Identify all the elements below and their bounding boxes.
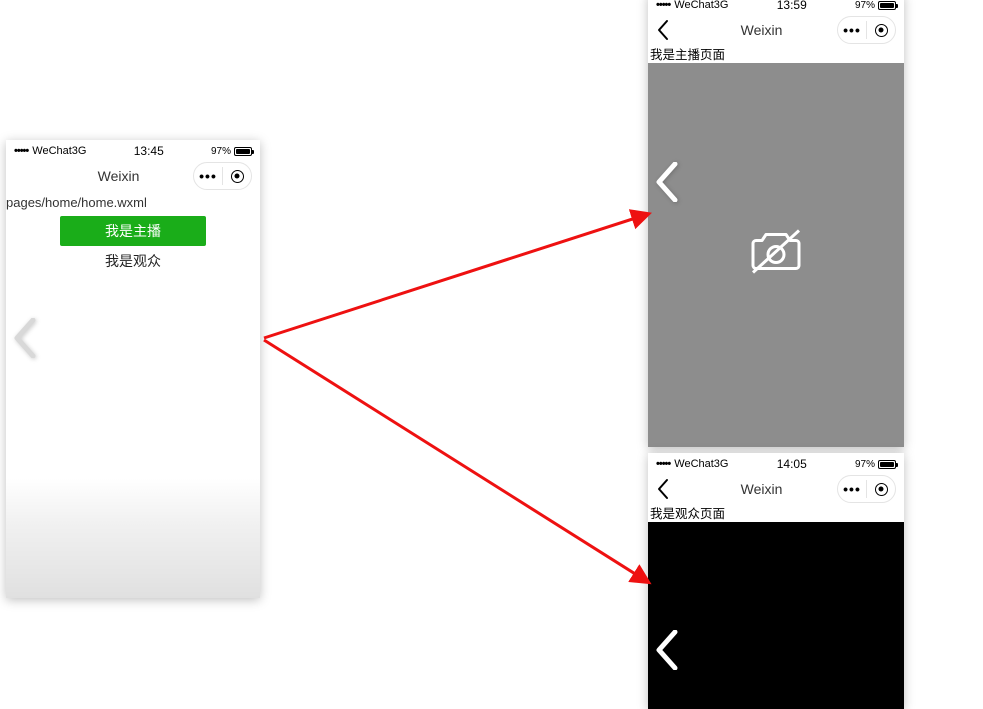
chevron-left-icon	[652, 162, 682, 202]
status-bar: ••••• WeChat3G 14:05 97%	[648, 453, 904, 471]
carrier-label: WeChat3G	[32, 145, 86, 157]
battery-percent: 97%	[855, 0, 875, 11]
page-label: 我是观众页面	[648, 507, 904, 522]
nav-bar: Weixin •••	[648, 471, 904, 507]
nav-title: Weixin	[686, 22, 837, 38]
status-bar: ••••• WeChat3G 13:45 97%	[6, 140, 260, 158]
close-icon	[875, 24, 888, 37]
phone-audience: ••••• WeChat3G 14:05 97% Weixin ••• 我是观众…	[648, 453, 904, 709]
capsule-menu[interactable]: •••	[193, 162, 252, 190]
close-icon	[231, 170, 244, 183]
clock-label: 14:05	[777, 457, 807, 471]
signal-icon: •••••	[656, 0, 670, 11]
battery-icon	[878, 460, 896, 469]
bottom-fade	[6, 478, 260, 598]
status-bar: ••••• WeChat3G 13:59 97%	[648, 0, 904, 12]
battery-icon	[878, 1, 896, 10]
audience-button[interactable]: 我是观众	[60, 246, 206, 276]
signal-icon: •••••	[656, 458, 670, 470]
back-button[interactable]	[656, 478, 686, 500]
carrier-label: WeChat3G	[674, 0, 728, 11]
back-button[interactable]	[656, 19, 686, 41]
battery-percent: 97%	[211, 146, 231, 157]
page-path-label: pages/home/home.wxml	[6, 194, 260, 212]
chevron-left-icon	[652, 630, 682, 670]
chevron-left-icon	[10, 318, 40, 358]
camera-view	[648, 63, 904, 447]
close-icon	[875, 483, 888, 496]
capsule-menu[interactable]: •••	[837, 475, 896, 503]
phone-home: ••••• WeChat3G 13:45 97% Weixin ••• page…	[6, 140, 260, 598]
video-view	[648, 522, 904, 709]
home-body	[6, 276, 260, 598]
page-label: 我是主播页面	[648, 48, 904, 63]
nav-title: Weixin	[44, 168, 193, 184]
nav-bar: Weixin •••	[648, 12, 904, 48]
more-icon: •••	[843, 22, 861, 38]
clock-label: 13:59	[777, 0, 807, 12]
nav-title: Weixin	[686, 481, 837, 497]
capsule-menu[interactable]: •••	[837, 16, 896, 44]
phone-host: ••••• WeChat3G 13:59 97% Weixin ••• 我是主播…	[648, 0, 904, 447]
camera-off-icon	[747, 227, 805, 284]
signal-icon: •••••	[14, 145, 28, 157]
battery-icon	[234, 147, 252, 156]
more-icon: •••	[843, 481, 861, 497]
host-button[interactable]: 我是主播	[60, 216, 206, 246]
carrier-label: WeChat3G	[674, 458, 728, 470]
more-icon: •••	[199, 168, 217, 184]
nav-bar: Weixin •••	[6, 158, 260, 194]
battery-percent: 97%	[855, 459, 875, 470]
clock-label: 13:45	[134, 144, 164, 158]
button-group: 我是主播 我是观众	[6, 216, 260, 276]
